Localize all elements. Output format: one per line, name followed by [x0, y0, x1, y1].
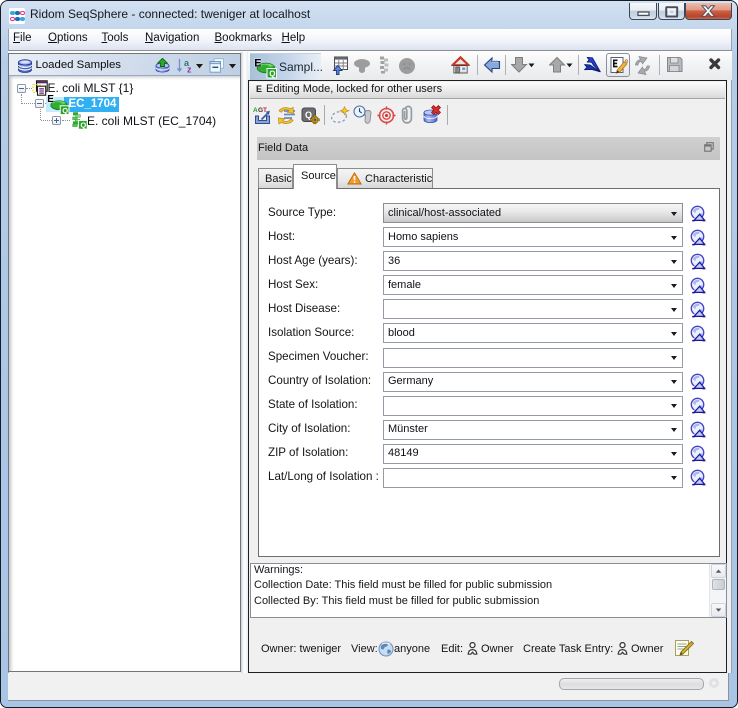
svg-text:Q: Q — [80, 121, 86, 130]
svg-text:z: z — [187, 65, 192, 74]
svg-text:E: E — [254, 58, 261, 70]
svg-text:E: E — [47, 94, 54, 105]
svg-text:Q: Q — [269, 69, 275, 78]
svg-text:Q: Q — [62, 106, 68, 115]
svg-text:Q: Q — [305, 110, 312, 120]
svg-text:T: T — [263, 107, 267, 114]
